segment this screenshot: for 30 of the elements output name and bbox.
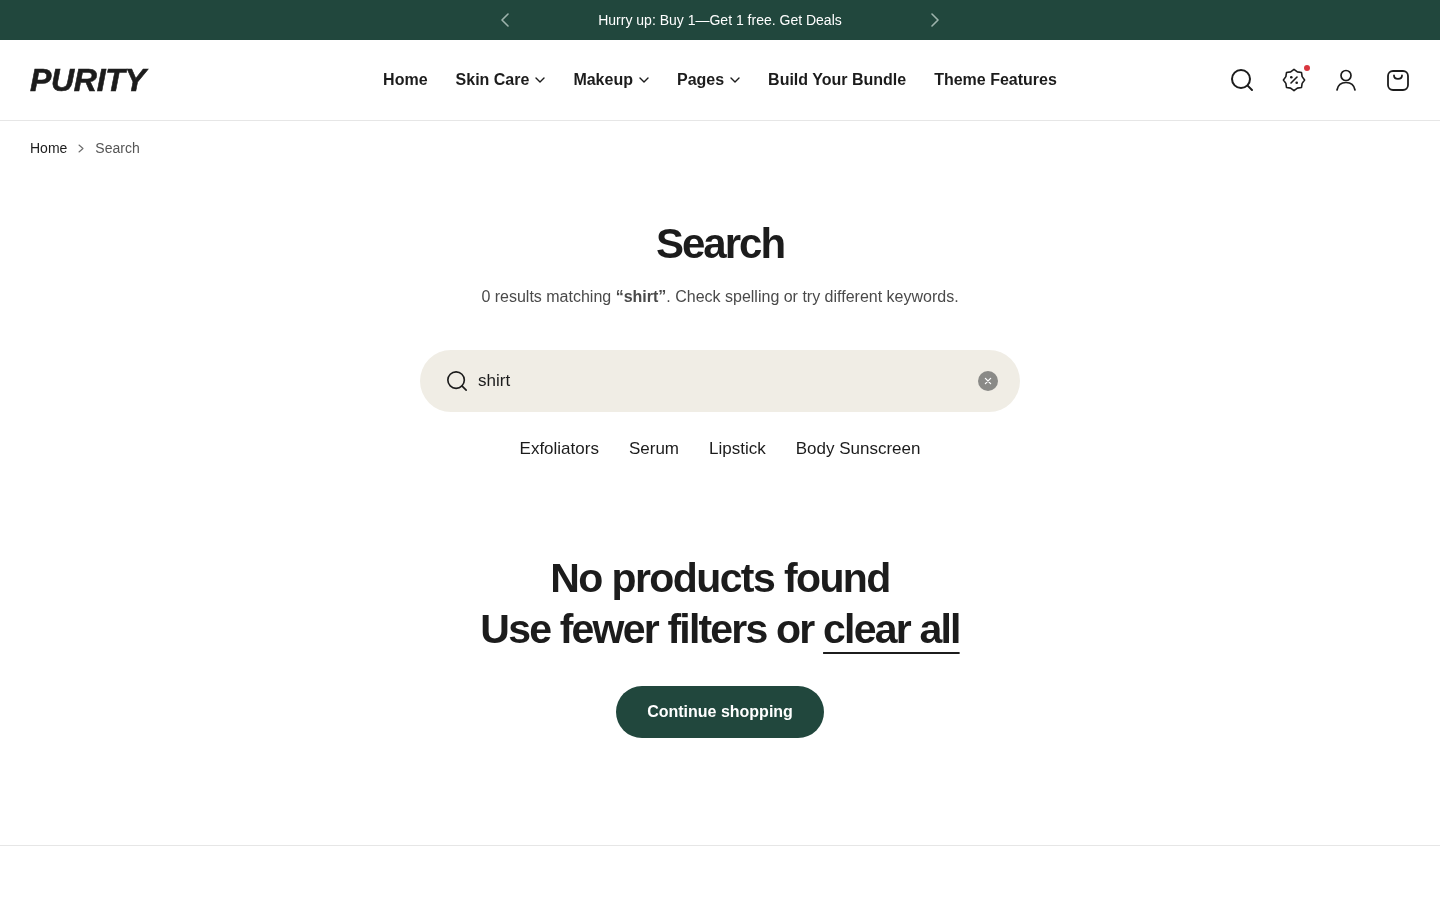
breadcrumb-link[interactable]: Home [30, 138, 68, 158]
logo[interactable]: PURITY [30, 64, 146, 96]
search-icon [446, 370, 468, 392]
clear-all-link[interactable]: clear all [823, 606, 960, 652]
nav-link[interactable]: Theme Features [934, 68, 1057, 92]
continue-shopping-button[interactable]: Continue shopping [616, 686, 824, 738]
nav-link[interactable]: Build Your Bundle [768, 68, 907, 92]
discount-badge-icon[interactable] [1282, 68, 1306, 92]
empty-state-hint: Use fewer filters or clear all [479, 605, 961, 654]
page-title: Search [654, 219, 786, 269]
clear-icon[interactable] [978, 371, 998, 391]
search-field[interactable]: shirt [420, 350, 1020, 412]
empty-state-title: No products found [549, 554, 891, 603]
suggestion-link[interactable]: Lipstick [709, 437, 766, 461]
chevron-right-icon [78, 143, 85, 153]
nav-link[interactable]: Pages [676, 68, 741, 92]
nav-link[interactable]: Home [383, 68, 428, 92]
user-icon[interactable] [1334, 68, 1358, 92]
suggestion-link[interactable]: Exfoliators [519, 437, 599, 461]
nav-link[interactable]: Skin Care [455, 68, 546, 92]
announcement-text: Hurry up: Buy 1—Get 1 free. Get Deals [597, 10, 843, 30]
breadcrumb-current: Search [95, 139, 140, 158]
suggestion-link[interactable]: Body Sunscreen [795, 437, 921, 461]
chevron-right-icon[interactable] [930, 13, 940, 27]
nav-link[interactable]: Makeup [573, 68, 649, 92]
suggestion-link[interactable]: Serum [628, 437, 679, 461]
search-icon[interactable] [1230, 68, 1254, 92]
chevron-left-icon[interactable] [500, 13, 510, 27]
shopping-bag-icon[interactable] [1386, 68, 1410, 92]
results-summary: 0 results matching “shirt”. Check spelling or try different keywords. [480, 287, 960, 307]
